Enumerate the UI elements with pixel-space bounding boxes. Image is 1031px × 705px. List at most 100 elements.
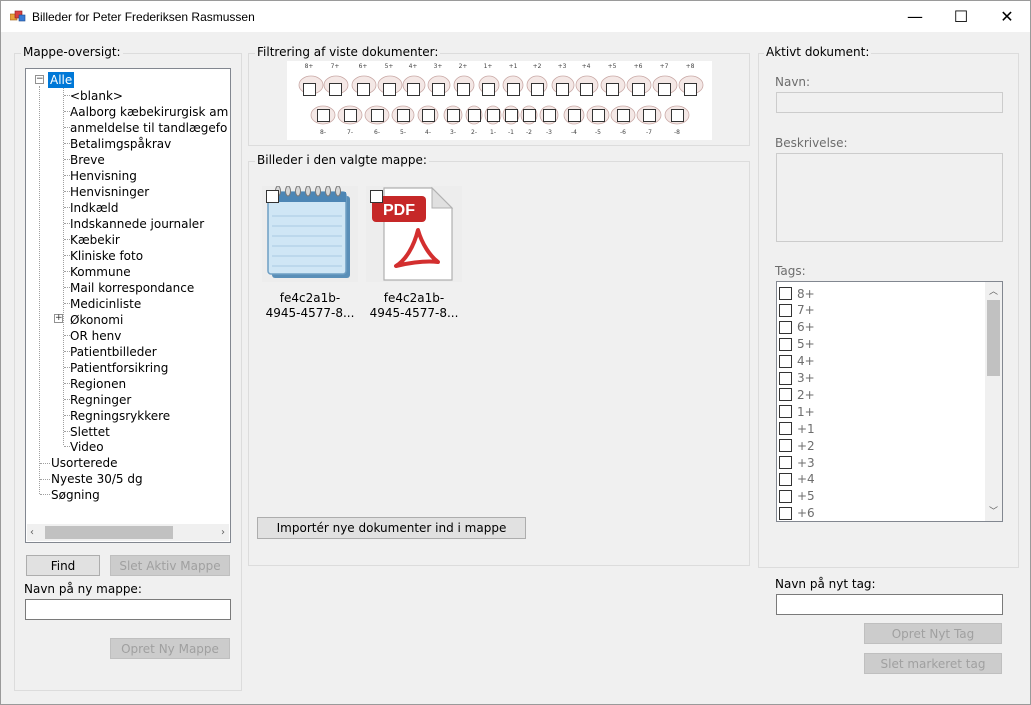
tag-item[interactable]: 2+ [779, 386, 815, 403]
tree-item-medicinliste[interactable]: Medicinliste [70, 296, 141, 312]
tree-item-regionen[interactable]: Regionen [70, 376, 126, 392]
tag-checkbox[interactable] [779, 489, 792, 503]
tree-item-aalborg[interactable]: Aalborg kæbekirurgisk am [70, 104, 228, 120]
tree-item-or-henv[interactable]: OR henv [70, 328, 121, 344]
tooth-checkbox[interactable] [556, 83, 569, 96]
tree-item-slettet[interactable]: Slettet [70, 424, 110, 440]
tags-vertical-scrollbar[interactable]: ︿ ﹀ [985, 282, 1002, 521]
tree-item-video[interactable]: Video [70, 439, 104, 455]
scroll-left-icon[interactable]: ‹ [30, 527, 34, 538]
tag-checkbox[interactable] [779, 506, 792, 520]
import-button[interactable]: Importér nye dokumenter ind i mappe [257, 517, 526, 539]
tooth-checkbox[interactable] [592, 109, 605, 122]
tree-item-usorterede[interactable]: Usorterede [51, 455, 117, 471]
image-checkbox[interactable] [370, 190, 383, 203]
tag-checkbox[interactable] [779, 354, 792, 368]
tooth-checkbox[interactable] [543, 109, 556, 122]
tooth-checkbox[interactable] [383, 83, 396, 96]
new-folder-input[interactable] [25, 599, 231, 620]
tag-checkbox[interactable] [779, 303, 792, 317]
tag-item[interactable]: +5 [779, 488, 815, 505]
tree-item-kliniske-foto[interactable]: Kliniske foto [70, 248, 143, 264]
tooth-checkbox[interactable] [432, 83, 445, 96]
tooth-checkbox[interactable] [632, 83, 645, 96]
title-bar[interactable]: Billeder for Peter Frederiksen Rasmussen… [1, 1, 1030, 32]
tree-item-nyeste[interactable]: Nyeste 30/5 dg [51, 471, 143, 487]
tree-item-mail[interactable]: Mail korrespondance [70, 280, 194, 296]
close-button[interactable]: ✕ [984, 1, 1030, 32]
scroll-thumb[interactable] [987, 300, 1000, 376]
tooth-checkbox[interactable] [606, 83, 619, 96]
tooth-checkbox[interactable] [447, 109, 460, 122]
tooth-checkbox[interactable] [482, 83, 495, 96]
tag-item[interactable]: 3+ [779, 370, 815, 387]
tree-item-blank[interactable]: <blank> [70, 88, 123, 104]
tag-item[interactable]: +3 [779, 454, 815, 471]
tag-checkbox[interactable] [779, 456, 792, 469]
tooth-checkbox[interactable] [303, 83, 316, 96]
tag-checkbox[interactable] [779, 388, 792, 402]
tooth-checkbox[interactable] [507, 83, 520, 96]
tree-item-regninger[interactable]: Regninger [70, 392, 131, 408]
tag-item[interactable]: 8+ [779, 285, 815, 302]
tag-checkbox[interactable] [779, 472, 792, 486]
tree-item-alle[interactable]: Alle [48, 72, 75, 88]
tooth-checkbox[interactable] [468, 109, 481, 122]
description-field[interactable] [776, 153, 1003, 242]
find-button[interactable]: Find [26, 555, 100, 576]
scroll-right-icon[interactable]: › [221, 527, 225, 538]
tooth-checkbox[interactable] [617, 109, 630, 122]
tree-item-patientforsikring[interactable]: Patientforsikring [70, 360, 168, 376]
tooth-checkbox[interactable] [684, 83, 697, 96]
tree-item-kaebekir[interactable]: Kæbekir [70, 232, 120, 248]
tooth-checkbox[interactable] [505, 109, 518, 122]
tooth-checkbox[interactable] [487, 109, 500, 122]
tree-item-betalimgspaakrav[interactable]: Betalimgspåkrav [70, 136, 171, 152]
collapse-icon[interactable]: − [35, 75, 44, 84]
tag-item[interactable]: 5+ [779, 336, 815, 353]
image-thumbnail[interactable] [262, 185, 358, 282]
image-thumbnail[interactable]: PDF [366, 186, 462, 282]
create-tag-button[interactable]: Opret Nyt Tag [864, 623, 1002, 644]
tooth-checkbox[interactable] [357, 83, 370, 96]
tree-item-patientbilleder[interactable]: Patientbilleder [70, 344, 157, 360]
tooth-checkbox[interactable] [344, 109, 357, 122]
tooth-checkbox[interactable] [407, 83, 420, 96]
tag-item[interactable]: 4+ [779, 353, 815, 370]
delete-tag-button[interactable]: Slet markeret tag [864, 653, 1002, 674]
create-folder-button[interactable]: Opret Ny Mappe [110, 638, 230, 659]
tree-item-henvisning[interactable]: Henvisning [70, 168, 137, 184]
tree-item-henvisninger[interactable]: Henvisninger [70, 184, 149, 200]
scroll-thumb[interactable] [45, 526, 173, 539]
tooth-checkbox[interactable] [523, 109, 536, 122]
name-field[interactable] [776, 92, 1003, 113]
tag-checkbox[interactable] [779, 371, 792, 385]
tooth-checkbox[interactable] [531, 83, 544, 96]
tree-item-regningsrykkere[interactable]: Regningsrykkere [70, 408, 170, 424]
tag-checkbox[interactable] [779, 422, 792, 436]
tooth-checkbox[interactable] [422, 109, 435, 122]
tag-checkbox[interactable] [779, 337, 792, 351]
delete-folder-button[interactable]: Slet Aktiv Mappe [110, 555, 230, 576]
tree-item-indskannede[interactable]: Indskannede journaler [70, 216, 204, 232]
tree-item-indkaeld[interactable]: Indkæld [70, 200, 118, 216]
tag-checkbox[interactable] [779, 405, 792, 419]
tooth-checkbox[interactable] [317, 109, 330, 122]
tree-item-soegning[interactable]: Søgning [51, 487, 100, 503]
tag-checkbox[interactable] [779, 287, 792, 300]
tree-item-breve[interactable]: Breve [70, 152, 105, 168]
tag-checkbox[interactable] [779, 439, 792, 453]
tooth-checkbox[interactable] [568, 109, 581, 122]
tooth-checkbox[interactable] [457, 83, 470, 96]
tree-horizontal-scrollbar[interactable]: ‹ › [27, 524, 229, 541]
tooth-checkbox[interactable] [580, 83, 593, 96]
tree-item-anmeldelse[interactable]: anmeldelse til tandlægefo [70, 120, 227, 136]
tag-checkbox[interactable] [779, 320, 792, 334]
new-tag-input[interactable] [776, 594, 1003, 615]
tag-item[interactable]: +6 [779, 505, 815, 521]
minimize-button[interactable]: — [892, 1, 938, 32]
tooth-checkbox[interactable] [671, 109, 684, 122]
image-checkbox[interactable] [266, 190, 279, 203]
tag-item[interactable]: +1 [779, 420, 815, 437]
tooth-checkbox[interactable] [371, 109, 384, 122]
